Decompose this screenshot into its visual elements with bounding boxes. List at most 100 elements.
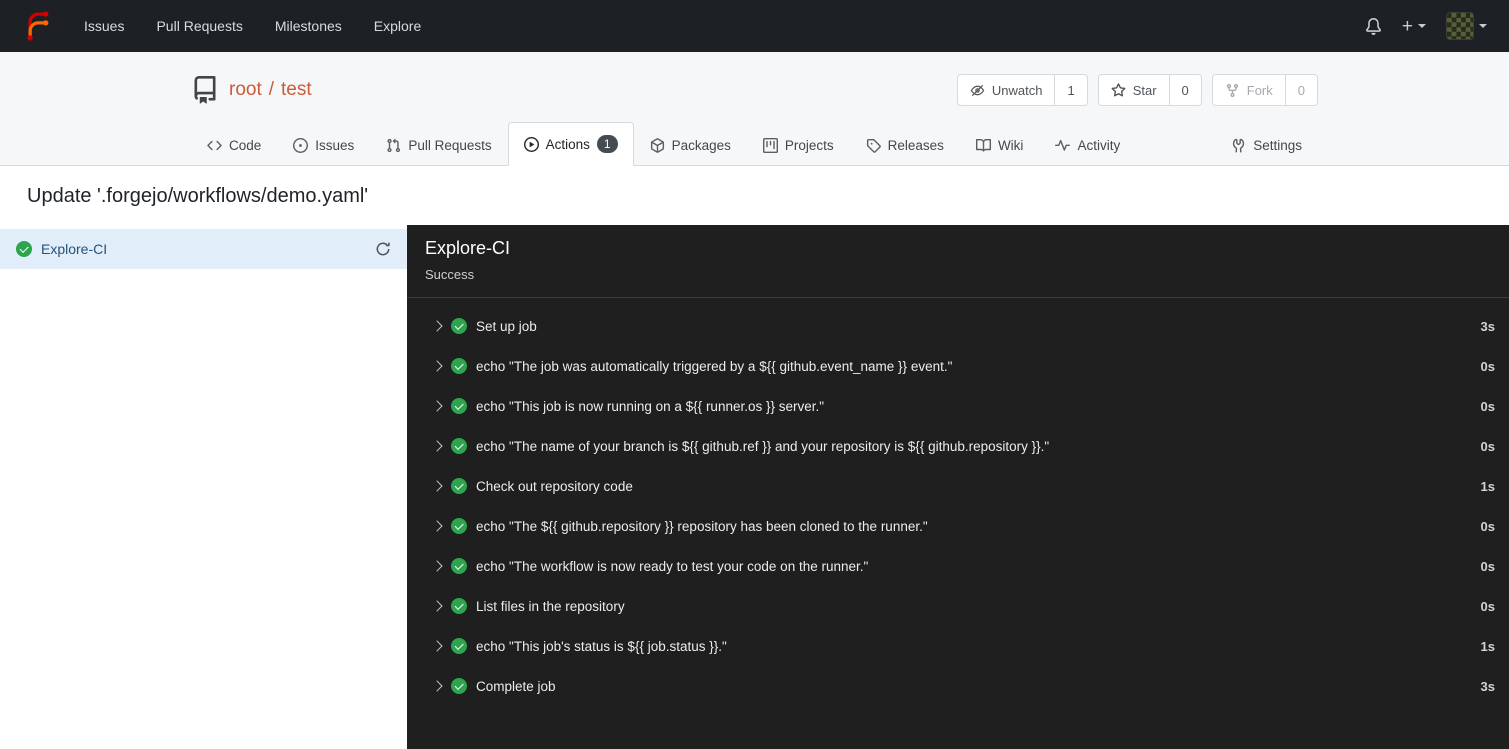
chevron-right-icon	[431, 560, 443, 573]
tab-projects[interactable]: Projects	[747, 125, 850, 166]
step-row[interactable]: echo "This job is now running on a ${{ r…	[429, 386, 1495, 426]
book-icon	[975, 139, 991, 152]
tab-label: Packages	[671, 138, 731, 154]
tab-issues[interactable]: Issues	[277, 125, 370, 166]
play-circle-icon	[523, 136, 539, 152]
user-menu-button[interactable]	[1446, 12, 1487, 40]
repo-name-link[interactable]: test	[281, 79, 312, 101]
repo-action-buttons: Unwatch 1 Star 0 Fork 0	[956, 74, 1318, 106]
fork-button[interactable]: Fork	[1211, 74, 1286, 106]
chevron-down-icon	[1418, 24, 1426, 28]
step-duration: 3s	[1480, 318, 1495, 334]
step-success-icon	[451, 678, 467, 695]
sync-icon	[376, 242, 390, 256]
avatar	[1446, 12, 1474, 40]
repo-separator: /	[268, 79, 275, 100]
tab-label: Wiki	[997, 138, 1024, 154]
step-name: Check out repository code	[476, 478, 633, 494]
fork-label: Fork	[1246, 82, 1273, 98]
repo-icon	[191, 76, 219, 104]
step-success-icon	[451, 478, 467, 495]
star-button-group: Star 0	[1097, 74, 1202, 106]
actions-count-badge: 1	[596, 135, 618, 154]
step-success-icon	[451, 598, 467, 615]
job-item-explore-ci[interactable]: Explore-CI	[0, 229, 407, 270]
tab-code[interactable]: Code	[191, 125, 277, 166]
steps-list: Set up job 3s echo "The job was automati…	[407, 298, 1509, 714]
chevron-right-icon	[431, 640, 443, 653]
watch-button-group: Unwatch 1	[956, 74, 1088, 106]
step-name: echo "The job was automatically triggere…	[476, 358, 953, 374]
forgejo-logo-icon	[27, 11, 49, 41]
step-row[interactable]: Check out repository code 1s	[429, 466, 1495, 506]
tab-settings[interactable]: Settings	[1215, 125, 1318, 166]
tab-releases[interactable]: Releases	[850, 125, 960, 166]
tab-label: Issues	[315, 138, 355, 154]
step-row[interactable]: echo "The job was automatically triggere…	[429, 346, 1495, 386]
step-duration: 0s	[1480, 518, 1495, 534]
panel-job-title: Explore-CI	[425, 238, 511, 259]
star-button[interactable]: Star	[1097, 74, 1170, 106]
step-name: echo "The workflow is now ready to test …	[476, 558, 869, 574]
repo-header: root / test Unwatch 1 Star 0 Fork 0 Code…	[0, 52, 1509, 167]
step-row[interactable]: echo "The workflow is now ready to test …	[429, 546, 1495, 586]
jobs-sidebar: Explore-CI	[0, 225, 407, 749]
step-duration: 0s	[1480, 438, 1495, 454]
tab-label: Pull Requests	[408, 138, 492, 154]
step-duration: 0s	[1480, 398, 1495, 414]
nav-item-explore[interactable]: Explore	[358, 0, 437, 52]
step-success-icon	[451, 318, 467, 335]
unwatch-button[interactable]: Unwatch	[956, 74, 1056, 106]
issue-icon	[293, 138, 309, 154]
tab-label: Activity	[1077, 138, 1121, 154]
step-name: echo "This job is now running on a ${{ r…	[476, 398, 825, 414]
step-duration: 1s	[1480, 478, 1495, 494]
tab-label: Projects	[784, 138, 834, 154]
tab-activity[interactable]: Activity	[1039, 125, 1136, 166]
create-new-button[interactable]: +	[1402, 17, 1426, 36]
tab-pull-requests[interactable]: Pull Requests	[370, 125, 507, 166]
nav-item-milestones[interactable]: Milestones	[259, 0, 358, 52]
step-duration: 0s	[1480, 598, 1495, 614]
repo-owner-link[interactable]: root	[229, 79, 262, 101]
step-row[interactable]: echo "This job's status is ${{ job.statu…	[429, 626, 1495, 666]
plus-icon: +	[1401, 15, 1413, 37]
job-success-icon	[16, 241, 32, 258]
step-row[interactable]: echo "The name of your branch is ${{ git…	[429, 426, 1495, 466]
pull-request-icon	[387, 138, 401, 153]
step-duration: 0s	[1480, 358, 1495, 374]
step-row[interactable]: echo "The ${{ github.repository }} repos…	[429, 506, 1495, 546]
step-success-icon	[451, 638, 467, 655]
rerun-job-button[interactable]	[375, 241, 391, 257]
tag-icon	[866, 139, 881, 154]
fork-count[interactable]: 0	[1285, 74, 1318, 106]
step-success-icon	[451, 358, 467, 375]
nav-item-pull-requests[interactable]: Pull Requests	[140, 0, 258, 52]
chevron-right-icon	[431, 520, 443, 533]
job-name: Explore-CI	[41, 241, 108, 258]
star-icon	[1111, 82, 1126, 97]
repo-title-row: root / test Unwatch 1 Star 0 Fork 0	[191, 68, 1318, 112]
step-row[interactable]: Complete job 3s	[429, 666, 1495, 706]
nav-item-issues[interactable]: Issues	[68, 0, 140, 52]
tab-label: Settings	[1253, 138, 1302, 154]
step-success-icon	[451, 518, 467, 535]
tab-wiki[interactable]: Wiki	[960, 125, 1040, 166]
code-icon	[207, 141, 222, 151]
tab-packages[interactable]: Packages	[634, 125, 747, 166]
project-board-icon	[762, 138, 778, 154]
run-title: Update '.forgejo/workflows/demo.yaml'	[27, 185, 369, 208]
step-name: Complete job	[476, 678, 556, 694]
chevron-right-icon	[431, 320, 443, 333]
forgejo-logo[interactable]	[20, 9, 54, 43]
star-count[interactable]: 0	[1169, 74, 1202, 106]
tab-actions[interactable]: Actions 1	[507, 122, 634, 167]
step-success-icon	[451, 438, 467, 455]
step-row[interactable]: List files in the repository 0s	[429, 586, 1495, 626]
notifications-button[interactable]	[1365, 17, 1382, 35]
step-name: echo "The name of your branch is ${{ git…	[476, 438, 1050, 454]
chevron-right-icon	[431, 400, 443, 413]
watch-count[interactable]: 1	[1055, 74, 1088, 106]
chevron-right-icon	[431, 600, 443, 613]
step-row[interactable]: Set up job 3s	[429, 306, 1495, 346]
